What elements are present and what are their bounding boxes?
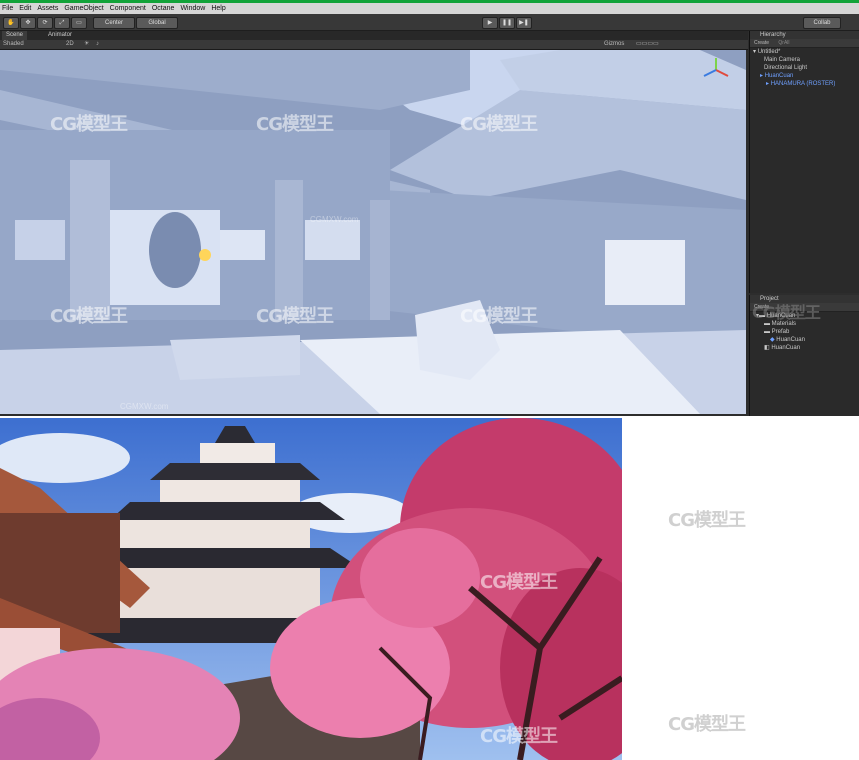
watermark-logo: CG模型王 <box>480 572 558 593</box>
project-panel: Project Create ▾▬ HuanCuan ▬ Materials ▬… <box>749 295 859 416</box>
toggle-2d-button[interactable]: 2D <box>66 40 74 49</box>
audio-toggle-icon[interactable]: ♪ <box>96 40 99 49</box>
step-button[interactable]: ▶❚ <box>516 17 532 29</box>
scene-render <box>0 50 746 414</box>
step-icon: ▶❚ <box>519 20 529 26</box>
play-button[interactable]: ▶ <box>482 17 498 29</box>
menu-gameobject[interactable]: GameObject <box>64 5 103 12</box>
menu-component[interactable]: Component <box>110 5 146 12</box>
watermark-logo: CG模型王 <box>668 714 746 735</box>
hierarchy-item-prefab[interactable]: ▸ HuanCuan <box>750 72 859 80</box>
scene-icon: ◧ <box>764 345 770 351</box>
scale-tool-icon[interactable]: ⤢ <box>54 17 70 29</box>
project-asset-item[interactable]: ◧ HuanCuan <box>750 344 859 352</box>
rect-tool-icon[interactable]: ▭ <box>71 17 87 29</box>
play-icon: ▶ <box>487 20 493 26</box>
collab-button[interactable]: Collab <box>803 17 841 29</box>
scene-search-input[interactable]: ▭▭▭▭ <box>636 40 659 49</box>
watermark-logo: CG模型王 <box>668 510 746 531</box>
hierarchy-toolbar: Create QrAll <box>750 39 859 48</box>
tab-animator[interactable]: Animator <box>44 31 76 40</box>
watermark-url: CGMXW.com <box>120 402 169 411</box>
shading-mode-dropdown[interactable]: Shaded <box>3 40 24 49</box>
hierarchy-item[interactable]: Directional Light <box>750 64 859 72</box>
scene-tab-strip: Scene Animator <box>0 31 748 40</box>
watermark-logo: CG模型王 <box>50 306 128 327</box>
folder-icon: ▬ <box>764 329 770 335</box>
tab-scene[interactable]: Scene <box>2 31 28 40</box>
watermark-url: CGMXW.com <box>310 215 359 224</box>
scene-viewport[interactable]: CG模型王 CG模型王 CG模型王 CG模型王 CG模型王 CG模型王 CGMX… <box>0 50 746 414</box>
main-toolbar: ✋ ✥ ⟳ ⤢ ▭ Center Global ▶ ❚❚ ▶❚ Collab <box>0 14 859 31</box>
unity-editor: ✋ ✥ ⟳ ⤢ ▭ Center Global ▶ ❚❚ ▶❚ Collab S… <box>0 14 859 416</box>
space-toggle-button[interactable]: Global <box>136 17 178 29</box>
blank-area: CG模型王 CG模型王 <box>622 418 859 760</box>
pivot-toggle-button[interactable]: Center <box>93 17 135 29</box>
pause-icon: ❚❚ <box>501 20 513 26</box>
hand-tool-icon[interactable]: ✋ <box>3 17 19 29</box>
project-asset-item[interactable]: ◆ HuanCuan <box>750 336 859 344</box>
watermark-logo: CG模型王 <box>480 726 558 747</box>
prefab-icon: ◆ <box>770 337 775 343</box>
concept-artwork: CG模型王 CG模型王 <box>0 418 622 760</box>
hierarchy-item-scene[interactable]: ▾ Untitled* <box>750 48 859 56</box>
menu-help[interactable]: Help <box>211 5 225 12</box>
watermark-logo: CG模型王 <box>460 114 538 135</box>
watermark-logo: CG模型王 <box>460 306 538 327</box>
rotate-tool-icon[interactable]: ⟳ <box>37 17 53 29</box>
hierarchy-panel: Hierarchy Create QrAll ▾ Untitled* Main … <box>749 31 859 293</box>
menu-edit[interactable]: Edit <box>19 5 31 12</box>
watermark-logo: CG模型王 <box>752 303 821 322</box>
hierarchy-title[interactable]: Hierarchy <box>750 31 859 39</box>
menu-octane[interactable]: Octane <box>152 5 175 12</box>
gizmos-dropdown[interactable]: Gizmos <box>604 40 624 49</box>
pause-button[interactable]: ❚❚ <box>499 17 515 29</box>
project-folder-item[interactable]: ▬ Prefab <box>750 328 859 336</box>
scene-view-toolbar: Shaded 2D ☀ ♪ Gizmos ▭▭▭▭ <box>0 40 748 50</box>
hierarchy-create-button[interactable]: Create <box>754 40 769 46</box>
menu-file[interactable]: File <box>2 5 13 12</box>
hierarchy-item[interactable]: Main Camera <box>750 56 859 64</box>
watermark-logo: CG模型王 <box>256 114 334 135</box>
lighting-toggle-icon[interactable]: ☀ <box>84 40 89 49</box>
move-tool-icon[interactable]: ✥ <box>20 17 36 29</box>
menu-window[interactable]: Window <box>180 5 205 12</box>
menu-assets[interactable]: Assets <box>37 5 58 12</box>
watermark-logo: CG模型王 <box>256 306 334 327</box>
hierarchy-search-input[interactable]: QrAll <box>778 40 789 46</box>
hierarchy-item-prefab[interactable]: ▸ HANAMURA (ROSTER) <box>750 80 859 88</box>
watermark-logo: CG模型王 <box>50 114 128 135</box>
